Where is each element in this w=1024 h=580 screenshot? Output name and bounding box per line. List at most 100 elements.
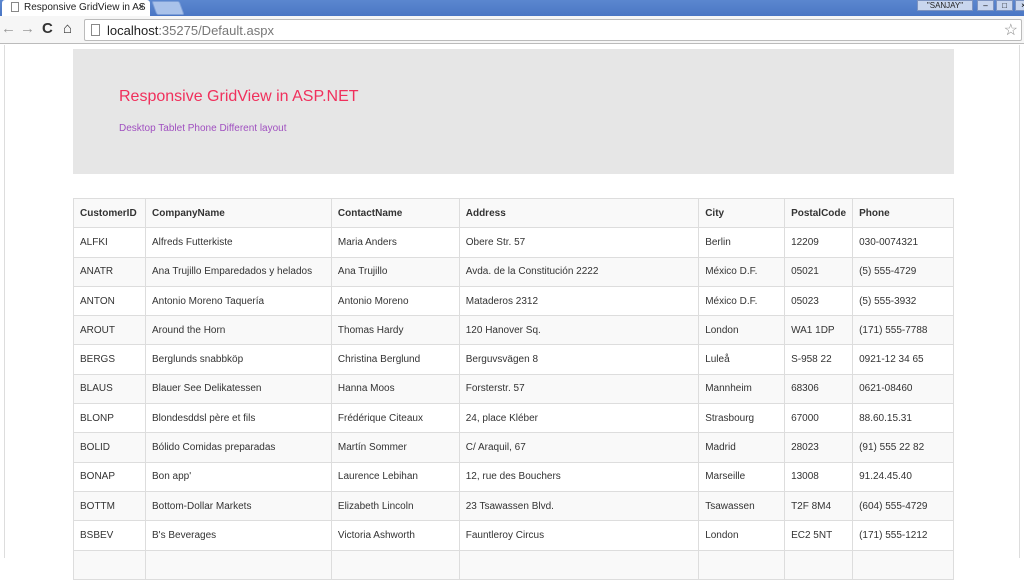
table-row [73,549,954,580]
table-cell [852,549,954,580]
page-icon [91,24,100,36]
table-cell: 120 Hanover Sq. [458,315,700,346]
reload-icon[interactable]: C [42,20,53,37]
page-icon [11,2,19,12]
table-cell: Frédérique Citeaux [330,403,460,434]
browser-titlebar: Responsive GridView in AS × "SANJAY" – □ … [0,0,1024,16]
table-cell: Elizabeth Lincoln [330,490,460,522]
table-cell: Madrid [698,432,786,463]
minimize-button[interactable]: – [977,0,994,11]
table-cell: 68306 [784,373,854,405]
table-cell: Marseille [698,461,786,492]
table-cell: (5) 555-3932 [852,285,954,317]
table-row: BLONP Blondesddsl père et fils Frédérique … [73,403,954,434]
table-cell: Ana Trujillo [330,256,460,287]
table-cell: 67000 [784,403,854,434]
table-cell: 91.24.45.40 [852,461,954,492]
home-icon[interactable]: ⌂ [63,20,72,37]
header-banner: Responsive GridView in ASP.NET Desktop T… [73,49,954,174]
table-cell: Strasbourg [698,403,786,434]
table-cell: Antonio Moreno Taquería [144,285,332,317]
table-cell: Mannheim [698,373,786,405]
table-cell: 0621-08460 [852,373,954,405]
table-cell: Bon app' [144,461,332,492]
table-row: BOLID Bólido Comidas preparadas Martín Som… [73,432,954,463]
table-cell: 12, rue des Bouchers [458,461,700,492]
table-cell: Hanna Moos [330,373,460,405]
table-cell: Maria Anders [330,227,460,258]
table-cell: (604) 555-4729 [852,490,954,522]
column-header: CompanyName [144,197,332,229]
table-row: BLAUS Blauer See Delikatessen Hanna Moos Fo… [73,373,954,405]
table-cell: Mataderos 2312 [458,285,700,317]
table-cell: BERGS [73,344,146,375]
table-cell: México D.F. [698,285,786,317]
table-cell: 05023 [784,285,854,317]
table-cell: Berlin [698,227,786,258]
table-cell [330,549,460,580]
table-cell: C/ Araquil, 67 [458,432,700,463]
forward-icon[interactable]: → [20,20,35,37]
table-cell: BSBEV [73,520,146,551]
table-cell: EC2 5NT [784,520,854,551]
table-cell: Martín Sommer [330,432,460,463]
table-cell: BOTTM [73,490,146,522]
table-cell: 23 Tsawassen Blvd. [458,490,700,522]
table-cell: (171) 555-7788 [852,315,954,346]
table-row: AROUT Around the Horn Thomas Hardy 120 Hano… [73,315,954,346]
table-cell: London [698,520,786,551]
profile-badge[interactable]: "SANJAY" [917,0,973,11]
address-bar[interactable]: localhost:35275/Default.aspx ☆ [84,19,1022,41]
table-row: ANTON Antonio Moreno Taquería Antonio More… [73,285,954,317]
back-icon[interactable]: ← [1,20,16,37]
table-cell: 030-0074321 [852,227,954,258]
table-cell: 28023 [784,432,854,463]
table-cell: 24, place Kléber [458,403,700,434]
table-cell [144,549,332,580]
table-row: BERGS Berglunds snabbköp Christina Berglun… [73,344,954,375]
table-cell: 88.60.15.31 [852,403,954,434]
column-header: Phone [852,197,954,229]
close-tab-icon[interactable]: × [138,2,144,13]
url-path: :35275/Default.aspx [158,23,274,38]
table-cell: BLAUS [73,373,146,405]
browser-tab[interactable]: Responsive GridView in AS × [2,0,150,16]
table-cell: Laurence Lebihan [330,461,460,492]
table-cell: Blondesddsl père et fils [144,403,332,434]
table-cell: (5) 555-4729 [852,256,954,287]
table-row: BONAP Bon app' Laurence Lebihan 12, rue des… [73,461,954,492]
url-host: localhost [107,23,159,38]
table-cell: Obere Str. 57 [458,227,700,258]
table-cell: Around the Horn [144,315,332,346]
table-cell: London [698,315,786,346]
table-row: ALFKI Alfreds Futterkiste Maria Anders Ober… [73,227,954,258]
table-cell: Fauntleroy Circus [458,520,700,551]
table-cell: ALFKI [73,227,146,258]
new-tab-button[interactable] [151,1,185,15]
table-cell: Bólido Comidas preparadas [144,432,332,463]
table-cell: BONAP [73,461,146,492]
browser-toolbar: ← → C ⌂ localhost:35275/Default.aspx ☆ [0,16,1024,44]
column-header: ContactName [330,197,460,229]
table-cell: Bottom-Dollar Markets [144,490,332,522]
table-cell: 13008 [784,461,854,492]
table-cell: Forsterstr. 57 [458,373,700,405]
page-title: Responsive GridView in ASP.NET [119,88,359,105]
table-cell [458,549,700,580]
maximize-button[interactable]: □ [996,0,1013,11]
table-cell: Thomas Hardy [330,315,460,346]
table-cell: Berglunds snabbköp [144,344,332,375]
table-row: ANATR Ana Trujillo Emparedados y helados A… [73,256,954,287]
table-row: BOTTM Bottom-Dollar Markets Elizabeth Linc… [73,490,954,522]
table-cell: Avda. de la Constitución 2222 [458,256,700,287]
close-window-button[interactable]: × [1015,0,1024,11]
table-cell [784,549,854,580]
table-cell: Christina Berglund [330,344,460,375]
table-cell: AROUT [73,315,146,346]
bookmark-star-icon[interactable]: ☆ [1004,20,1018,40]
tab-title: Responsive GridView in AS [24,2,146,13]
page-subtitle: Desktop Tablet Phone Different layout [119,123,287,134]
table-cell: Blauer See Delikatessen [144,373,332,405]
column-header: CustomerID [73,197,146,229]
table-cell: ANTON [73,285,146,317]
